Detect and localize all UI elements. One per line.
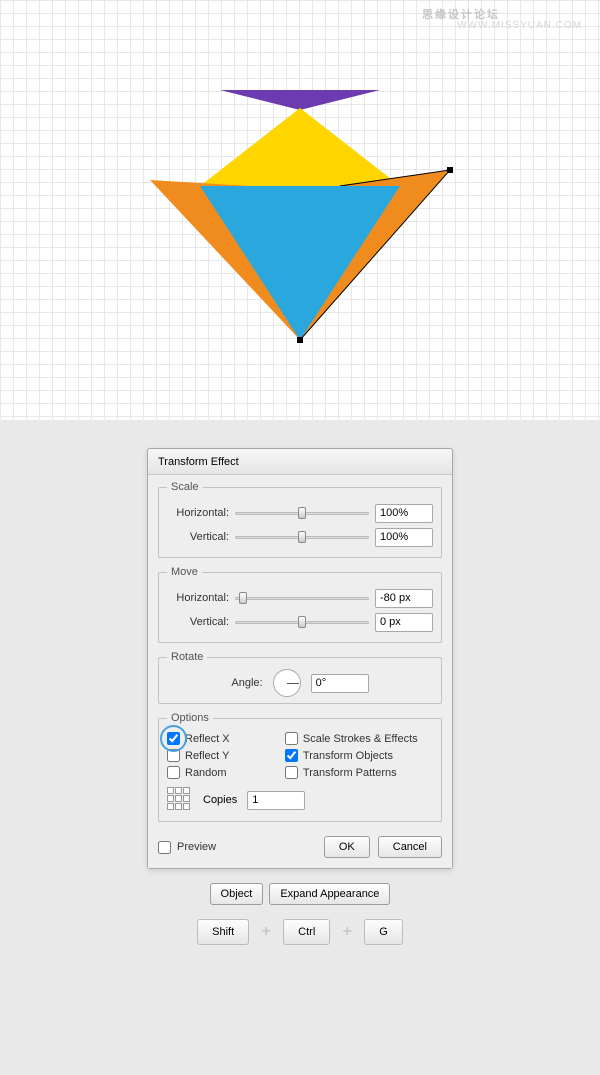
move-horizontal-input[interactable] xyxy=(375,589,433,608)
scale-vertical-input[interactable] xyxy=(375,528,433,547)
key-g: G xyxy=(364,919,403,945)
reflect-y-checkbox[interactable]: Reflect Y xyxy=(167,749,281,762)
reflect-x-checkbox[interactable]: Reflect X xyxy=(167,732,281,745)
anchor-point[interactable] xyxy=(297,337,303,343)
menu-expand-appearance-button[interactable]: Expand Appearance xyxy=(269,883,390,905)
move-vertical-slider[interactable] xyxy=(235,615,369,629)
shape-yellow-triangle xyxy=(200,108,400,186)
transform-objects-checkbox[interactable]: Transform Objects xyxy=(285,749,433,762)
scale-group: Scale Horizontal: Vertical: xyxy=(158,481,442,558)
ok-button[interactable]: OK xyxy=(324,836,370,858)
menu-object-button[interactable]: Object xyxy=(210,883,264,905)
key-ctrl: Ctrl xyxy=(283,919,330,945)
copies-input[interactable] xyxy=(247,791,305,810)
move-group: Move Horizontal: Vertical: xyxy=(158,566,442,643)
reference-point-picker[interactable] xyxy=(167,787,193,813)
plus-icon: + xyxy=(255,921,277,943)
move-horizontal-slider[interactable] xyxy=(235,591,369,605)
preview-checkbox[interactable]: Preview xyxy=(158,841,216,854)
scale-vertical-slider[interactable] xyxy=(235,530,369,544)
scale-strokes-checkbox[interactable]: Scale Strokes & Effects xyxy=(285,732,433,745)
artwork-shapes[interactable] xyxy=(130,80,470,370)
angle-input[interactable] xyxy=(311,674,369,693)
angle-dial[interactable] xyxy=(273,669,301,697)
options-group: Options Reflect X Scale Strokes & Effect… xyxy=(158,712,442,822)
angle-label: Angle: xyxy=(231,677,262,689)
copies-label: Copies xyxy=(203,794,237,806)
scale-legend: Scale xyxy=(167,481,203,493)
move-vertical-label: Vertical: xyxy=(167,616,229,628)
rotate-group: Rotate Angle: xyxy=(158,651,442,704)
scale-horizontal-slider[interactable] xyxy=(235,506,369,520)
scale-horizontal-input[interactable] xyxy=(375,504,433,523)
key-shift: Shift xyxy=(197,919,249,945)
rotate-legend: Rotate xyxy=(167,651,207,663)
watermark-url: WWW.MISSYUAN.COM xyxy=(457,20,582,31)
shape-purple-triangle xyxy=(220,90,380,110)
scale-horizontal-label: Horizontal: xyxy=(167,507,229,519)
options-legend: Options xyxy=(167,712,213,724)
anchor-point[interactable] xyxy=(447,167,453,173)
move-horizontal-label: Horizontal: xyxy=(167,592,229,604)
move-vertical-input[interactable] xyxy=(375,613,433,632)
transform-patterns-checkbox[interactable]: Transform Patterns xyxy=(285,766,433,779)
artboard-grid[interactable]: 思缘设计论坛 WWW.MISSYUAN.COM xyxy=(0,0,600,420)
plus-icon: + xyxy=(336,921,358,943)
cancel-button[interactable]: Cancel xyxy=(378,836,442,858)
scale-vertical-label: Vertical: xyxy=(167,531,229,543)
random-checkbox[interactable]: Random xyxy=(167,766,281,779)
transform-effect-dialog: Transform Effect Scale Horizontal: Verti… xyxy=(147,448,453,869)
dialog-title: Transform Effect xyxy=(148,449,452,475)
move-legend: Move xyxy=(167,566,202,578)
